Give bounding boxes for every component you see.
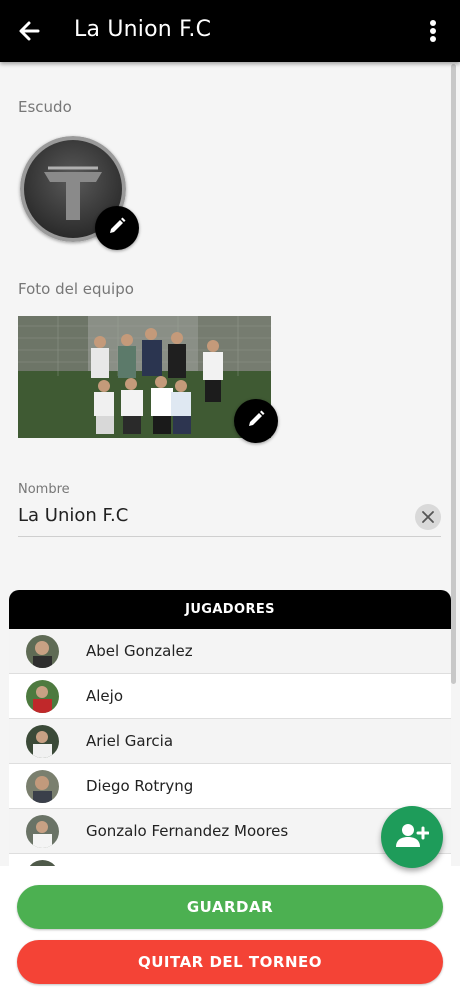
player-avatar [26,725,59,758]
scrollbar[interactable] [451,64,456,684]
add-player-button[interactable] [381,806,443,868]
player-row[interactable]: Ariel Garcia [9,719,451,764]
close-icon [422,508,434,527]
edit-crest-button[interactable] [95,206,139,250]
team-photo-label: Foto del equipo [18,280,134,298]
player-avatar [26,815,59,848]
clear-name-button[interactable] [415,504,441,530]
player-avatar [26,635,59,668]
app-bar: La Union F.C [0,0,460,62]
player-row[interactable]: Alejo [9,674,451,719]
remove-from-tournament-button[interactable]: QUITAR DEL TORNEO [17,940,443,984]
player-name: Alejo [86,687,124,705]
player-row[interactable]: Abel Gonzalez [9,629,451,674]
back-arrow-icon[interactable] [12,13,48,49]
player-name: Gonzalo Fernandez Moores [86,822,289,840]
player-avatar [26,680,59,713]
crest-container [20,136,139,250]
edit-team-photo-button[interactable] [234,399,278,443]
player-avatar [26,770,59,803]
player-name: Abel Gonzalez [86,642,193,660]
name-input-underline [18,536,441,537]
crest-label: Escudo [18,98,72,116]
pencil-icon [246,409,266,433]
player-row[interactable]: Diego Rotryng [9,764,451,809]
save-button[interactable]: GUARDAR [17,885,443,929]
add-person-icon [395,822,430,852]
name-field-label: Nombre [18,482,70,497]
players-header: JUGADORES [9,590,451,629]
player-name: Diego Rotryng [86,777,194,795]
pencil-icon [107,216,127,240]
player-name: Ariel Garcia [86,732,174,750]
page-title: La Union F.C [74,17,212,42]
name-input[interactable]: La Union F.C [18,505,128,526]
more-options-icon[interactable] [418,13,448,49]
